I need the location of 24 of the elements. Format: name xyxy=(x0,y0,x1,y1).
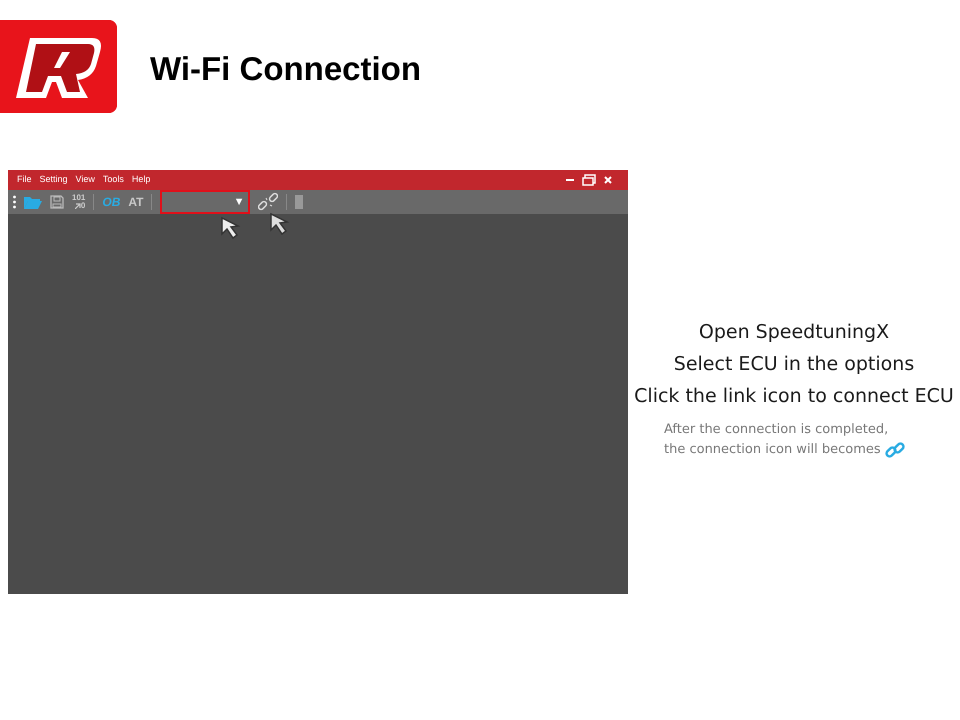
menu-item[interactable]: Setting xyxy=(40,173,76,187)
grip-icon xyxy=(13,195,16,209)
slide-title: Wi-Fi Connection xyxy=(150,48,421,89)
instruction-text: Click the link icon to connect ECU xyxy=(633,384,955,409)
note-text: After the connection is completed, xyxy=(664,421,888,439)
instruction-text: Open SpeedtuningX xyxy=(698,320,890,345)
menu-item[interactable]: File xyxy=(17,173,40,187)
save-icon[interactable] xyxy=(50,195,64,209)
toolbar-button[interactable]: AT xyxy=(128,193,144,211)
menu-item[interactable]: View xyxy=(76,173,103,187)
minimize-icon[interactable] xyxy=(566,176,574,184)
arrow-icon xyxy=(74,203,81,209)
broken-link-icon[interactable] xyxy=(258,192,278,212)
note-text: the connection icon will becomes xyxy=(664,441,881,459)
restore-icon[interactable] xyxy=(582,174,596,186)
dropdown[interactable]: ▼ xyxy=(160,190,250,214)
convert-button[interactable]: 101 0 xyxy=(72,194,86,210)
menu-item[interactable]: Tools xyxy=(102,173,132,187)
link-icon xyxy=(884,440,905,460)
close-icon[interactable] xyxy=(604,176,612,184)
pointer-icon xyxy=(220,216,242,240)
instruction-text: Select ECU in the options xyxy=(672,352,916,377)
menu-item[interactable]: Help xyxy=(132,173,158,187)
pointer-icon xyxy=(269,212,291,236)
